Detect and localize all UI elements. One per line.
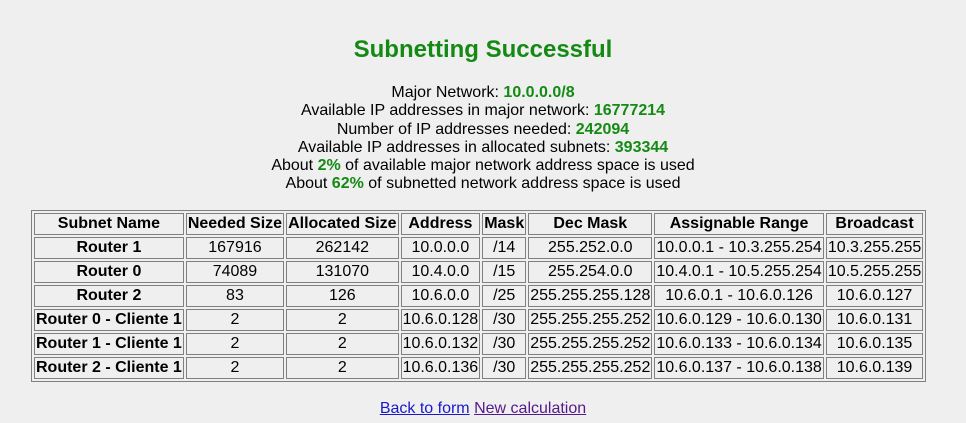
cell-broadcast: 10.3.255.255 — [825, 237, 924, 259]
back-to-form-link[interactable]: Back to form — [380, 400, 470, 417]
col-address: Address — [400, 213, 481, 235]
cell-allocated-size: 126 — [286, 285, 399, 307]
table-row: Router 1 - Cliente 1 2 2 10.6.0.132 /30 … — [34, 333, 924, 355]
cell-mask: /25 — [482, 285, 527, 307]
major-used-value: 2% — [317, 157, 341, 175]
table-header-row: Subnet Name Needed Size Allocated Size A… — [34, 213, 924, 235]
cell-broadcast: 10.5.255.255 — [825, 261, 924, 283]
cell-subnet-name: Router 0 — [34, 261, 184, 283]
cell-assignable-range: 10.4.0.1 - 10.5.255.254 — [654, 261, 824, 283]
col-allocated-size: Allocated Size — [286, 213, 399, 235]
subnet-used-suffix: of subnetted network address space is us… — [368, 175, 681, 193]
subnet-used-value: 62% — [331, 175, 364, 193]
cell-assignable-range: 10.0.0.1 - 10.3.255.254 — [654, 237, 824, 259]
col-broadcast: Broadcast — [825, 213, 924, 235]
available-major-line: Available IP addresses in major network:… — [0, 102, 966, 120]
cell-subnet-name: Router 0 - Cliente 1 — [34, 309, 184, 331]
new-calculation-link[interactable]: New calculation — [474, 400, 586, 417]
cell-mask: /30 — [482, 309, 527, 331]
available-alloc-value: 393344 — [614, 138, 669, 156]
needed-value: 242094 — [575, 120, 630, 138]
table-row: Router 0 - Cliente 1 2 2 10.6.0.128 /30 … — [34, 309, 924, 331]
cell-allocated-size: 262142 — [286, 237, 399, 259]
available-major-value: 16777214 — [593, 102, 666, 120]
cell-address: 10.4.0.0 — [400, 261, 481, 283]
cell-dec-mask: 255.254.0.0 — [528, 261, 653, 283]
needed-line: Number of IP addresses needed: 242094 — [0, 121, 966, 139]
cell-dec-mask: 255.255.255.252 — [528, 333, 653, 355]
cell-allocated-size: 131070 — [286, 261, 399, 283]
cell-address: 10.0.0.0 — [400, 237, 481, 259]
cell-mask: /15 — [482, 261, 527, 283]
table-row: Router 2 - Cliente 1 2 2 10.6.0.136 /30 … — [34, 357, 924, 379]
col-dec-mask: Dec Mask — [528, 213, 653, 235]
cell-address: 10.6.0.0 — [400, 285, 481, 307]
cell-subnet-name: Router 2 - Cliente 1 — [34, 357, 184, 379]
cell-dec-mask: 255.255.255.128 — [528, 285, 653, 307]
cell-assignable-range: 10.6.0.1 - 10.6.0.126 — [654, 285, 824, 307]
cell-address: 10.6.0.128 — [400, 309, 481, 331]
subnet-used-prefix: About — [285, 175, 328, 193]
cell-mask: /30 — [482, 357, 527, 379]
cell-assignable-range: 10.6.0.137 - 10.6.0.138 — [654, 357, 824, 379]
needed-label: Number of IP addresses needed: — [336, 120, 572, 138]
cell-mask: /14 — [482, 237, 527, 259]
major-network-value: 10.0.0.0/8 — [503, 84, 575, 101]
cell-address: 10.6.0.132 — [400, 333, 481, 355]
cell-mask: /30 — [482, 333, 527, 355]
cell-dec-mask: 255.255.255.252 — [528, 357, 653, 379]
cell-allocated-size: 2 — [286, 357, 399, 379]
col-needed-size: Needed Size — [185, 213, 285, 235]
major-used-line: About 2% of available major network addr… — [0, 157, 966, 175]
table-row: Router 1 167916 262142 10.0.0.0 /14 255.… — [34, 237, 924, 259]
cell-dec-mask: 255.255.255.252 — [528, 309, 653, 331]
summary: Major Network: 10.0.0.0/8 Available IP a… — [0, 84, 966, 194]
cell-broadcast: 10.6.0.131 — [825, 309, 924, 331]
cell-address: 10.6.0.136 — [400, 357, 481, 379]
cell-allocated-size: 2 — [286, 309, 399, 331]
col-assignable-range: Assignable Range — [654, 213, 824, 235]
col-mask: Mask — [482, 213, 527, 235]
cell-needed-size: 2 — [185, 309, 285, 331]
cell-needed-size: 74089 — [185, 261, 285, 283]
available-major-label: Available IP addresses in major network: — [300, 102, 590, 120]
cell-subnet-name: Router 1 - Cliente 1 — [34, 333, 184, 355]
col-subnet-name: Subnet Name — [34, 213, 184, 235]
available-alloc-label: Available IP addresses in allocated subn… — [297, 138, 611, 156]
cell-subnet-name: Router 1 — [34, 237, 184, 259]
cell-needed-size: 2 — [185, 357, 285, 379]
cell-dec-mask: 255.252.0.0 — [528, 237, 653, 259]
cell-broadcast: 10.6.0.127 — [825, 285, 924, 307]
cell-broadcast: 10.6.0.139 — [825, 357, 924, 379]
cell-assignable-range: 10.6.0.129 - 10.6.0.130 — [654, 309, 824, 331]
footer-links: Back to form New calculation — [0, 400, 966, 418]
subnet-used-line: About 62% of subnetted network address s… — [0, 175, 966, 193]
cell-broadcast: 10.6.0.135 — [825, 333, 924, 355]
cell-subnet-name: Router 2 — [34, 285, 184, 307]
major-network-label: Major Network: — [391, 84, 499, 101]
major-used-prefix: About — [271, 157, 314, 175]
cell-allocated-size: 2 — [286, 333, 399, 355]
cell-assignable-range: 10.6.0.133 - 10.6.0.134 — [654, 333, 824, 355]
cell-needed-size: 2 — [185, 333, 285, 355]
table-row: Router 0 74089 131070 10.4.0.0 /15 255.2… — [34, 261, 924, 283]
cell-needed-size: 167916 — [185, 237, 285, 259]
page-title: Subnetting Successful — [353, 36, 613, 63]
subnet-table: Subnet Name Needed Size Allocated Size A… — [31, 210, 927, 382]
available-alloc-line: Available IP addresses in allocated subn… — [0, 139, 966, 157]
cell-needed-size: 83 — [185, 285, 285, 307]
table-row: Router 2 83 126 10.6.0.0 /25 255.255.255… — [34, 285, 924, 307]
major-used-suffix: of available major network address space… — [345, 157, 695, 175]
major-network-line: Major Network: 10.0.0.0/8 — [0, 84, 966, 102]
